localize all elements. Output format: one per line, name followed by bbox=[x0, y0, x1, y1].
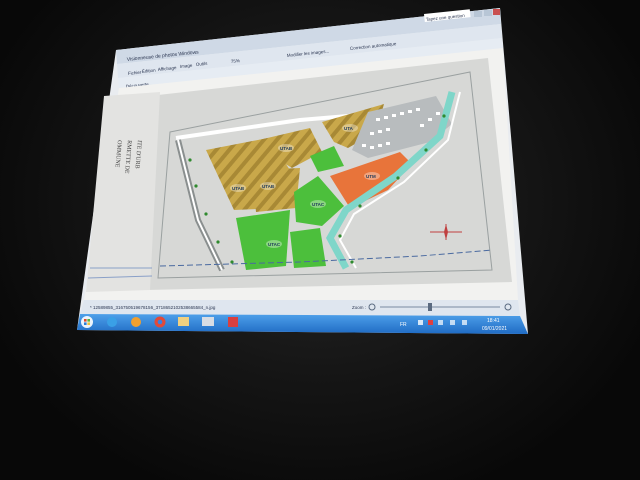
status-filename: * 12589855_316750519678156_3718652102538… bbox=[90, 305, 216, 310]
zone-label: UTA bbox=[344, 126, 354, 131]
zoom-slider-thumb[interactable] bbox=[428, 303, 432, 311]
tray-up-arrow-icon[interactable] bbox=[418, 320, 423, 325]
taskbar bbox=[77, 314, 528, 334]
status-zoom-label: Zoom : bbox=[352, 305, 366, 310]
folder-icon[interactable] bbox=[178, 317, 189, 326]
app-icon[interactable] bbox=[228, 317, 238, 327]
ie-icon[interactable] bbox=[107, 317, 117, 327]
tray-date[interactable]: 09/01/2021 bbox=[482, 326, 507, 332]
scanned-side-strip bbox=[86, 92, 160, 292]
projected-screen-scene: Visionneuse de photos Windows Tapez une … bbox=[77, 8, 528, 334]
zone-label: UTAC bbox=[268, 242, 281, 247]
close-button[interactable] bbox=[493, 9, 500, 15]
printer-icon[interactable] bbox=[202, 317, 214, 326]
zone-label: UTM bbox=[366, 174, 376, 179]
zoom-percent[interactable]: 75% bbox=[231, 58, 240, 64]
zone-label: UTAC bbox=[312, 202, 325, 207]
maximize-button[interactable] bbox=[484, 10, 492, 16]
media-player-icon[interactable] bbox=[131, 317, 141, 327]
zone-label: UTAB bbox=[232, 186, 245, 191]
zone-label: UTAB bbox=[280, 146, 293, 151]
zone-label: UTAB bbox=[262, 184, 275, 189]
tray-network-icon[interactable] bbox=[450, 320, 455, 325]
hatched-zone bbox=[252, 168, 300, 212]
tray-flag-icon[interactable] bbox=[428, 320, 433, 325]
start-button[interactable] bbox=[81, 316, 93, 328]
map-sheet bbox=[146, 58, 512, 290]
tray-battery-icon[interactable] bbox=[438, 320, 443, 325]
tray-language[interactable]: FR bbox=[400, 322, 407, 328]
minimize-button[interactable] bbox=[474, 11, 482, 17]
tray-volume-icon[interactable] bbox=[462, 320, 467, 325]
dark-room-background: Visionneuse de photos Windows Tapez une … bbox=[0, 0, 640, 480]
tray-time[interactable]: 18:41 bbox=[487, 318, 500, 324]
